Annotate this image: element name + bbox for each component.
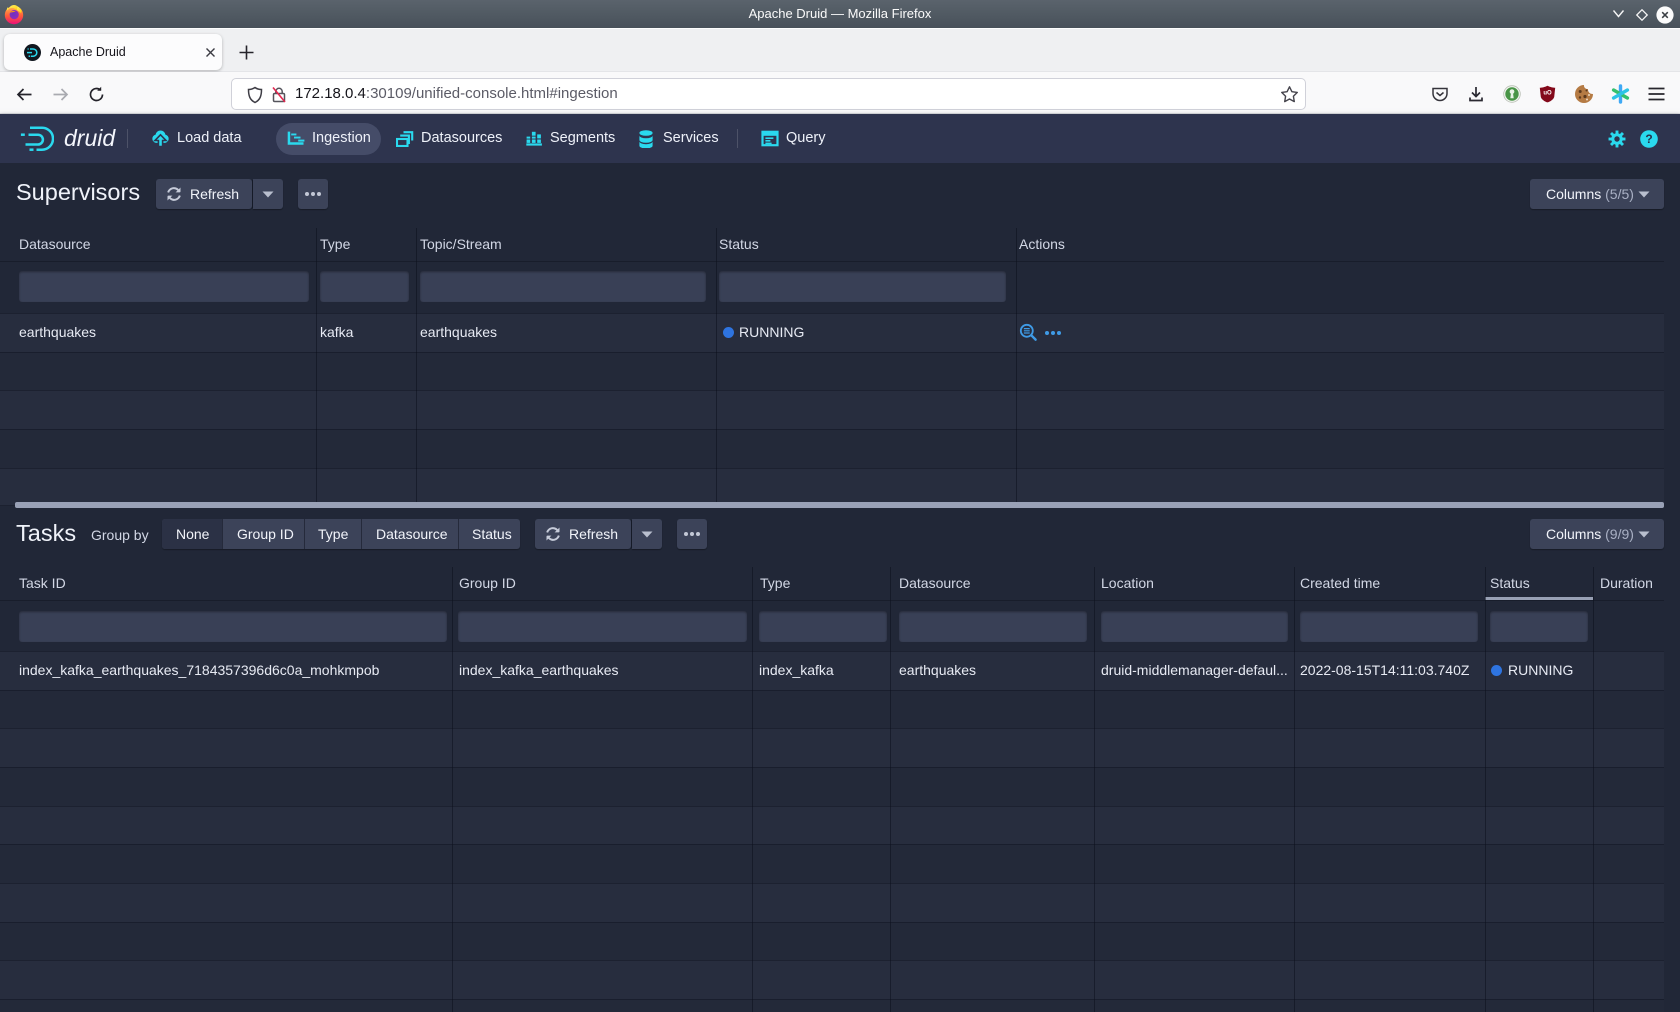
svg-text:uO: uO xyxy=(1543,91,1552,97)
svg-text:?: ? xyxy=(1645,132,1652,146)
